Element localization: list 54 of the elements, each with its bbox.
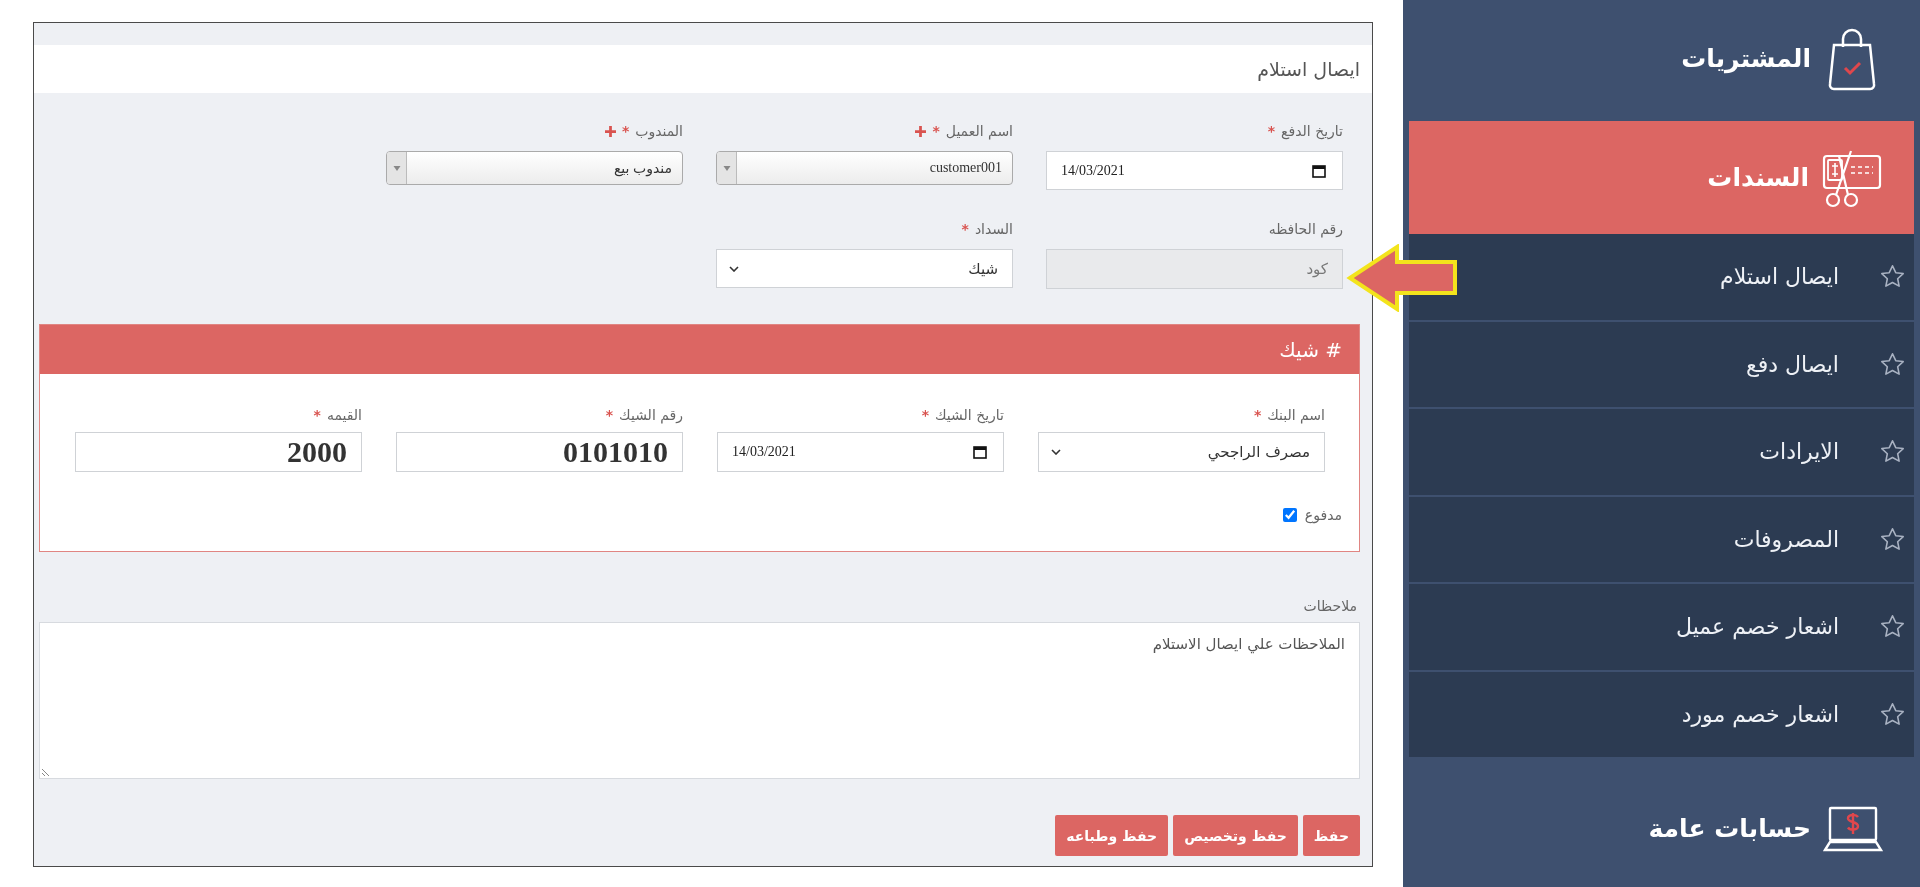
field-label: ملاحظات xyxy=(1303,597,1357,615)
calendar-icon[interactable] xyxy=(973,445,987,459)
field-label: تاريخ الدفع xyxy=(1281,122,1343,140)
shopping-bag-icon xyxy=(1827,26,1877,91)
submenu-item[interactable]: الايرادات xyxy=(1409,409,1914,497)
dropdown-field[interactable]: customer001 xyxy=(716,151,1013,185)
dropdown-field[interactable]: مندوب بيع xyxy=(386,151,683,185)
caret-icon[interactable] xyxy=(387,152,407,184)
field-label: القيمه xyxy=(326,406,362,424)
star-icon xyxy=(1879,700,1906,728)
date-field[interactable]: 14/03/2021 xyxy=(1046,151,1343,190)
calendar-icon[interactable] xyxy=(1312,163,1326,178)
field-label: السداد xyxy=(974,220,1013,238)
required-mark: * xyxy=(932,122,940,140)
notes-field[interactable]: الملاحظات علي ايصال الاستلام xyxy=(39,622,1360,779)
chevron-down-icon[interactable] xyxy=(729,265,739,272)
star-icon xyxy=(1879,525,1906,553)
required-mark: * xyxy=(921,406,929,424)
field-label: رقم الشيك xyxy=(619,406,683,424)
paid-checkbox[interactable] xyxy=(1282,508,1297,522)
required-mark: * xyxy=(961,220,969,238)
number-field[interactable]: 2000 xyxy=(75,432,362,472)
submenu-item[interactable]: اشعار خصم مورد xyxy=(1409,671,1914,759)
field-label: اسم البنك xyxy=(1267,406,1325,424)
form-title: ايصال استلام xyxy=(1257,58,1360,80)
required-mark: * xyxy=(1267,122,1276,140)
submenu-item[interactable]: ايصال دفع xyxy=(1409,321,1914,409)
field-label: رقم الحافظه xyxy=(1268,220,1343,238)
menu-item[interactable]: حسابات عامة xyxy=(1409,770,1914,887)
star-icon xyxy=(1879,350,1906,378)
required-mark: * xyxy=(313,406,321,424)
caret-icon[interactable] xyxy=(717,152,737,184)
select-field[interactable]: مصرف الراجحي xyxy=(1038,432,1325,472)
plus-icon[interactable] xyxy=(604,125,616,137)
checkbox-label: مدفوع xyxy=(1304,507,1342,523)
submenu-item[interactable]: ايصال استلام xyxy=(1409,234,1914,322)
menu-item[interactable]: المشتريات xyxy=(1409,0,1914,117)
required-mark: * xyxy=(605,406,614,424)
resize-grip-icon[interactable] xyxy=(41,767,51,777)
laptop-dollar-icon xyxy=(1823,805,1883,852)
required-mark: * xyxy=(1253,406,1262,424)
chevron-down-icon[interactable] xyxy=(1051,449,1061,455)
panel-title: # شيك xyxy=(1279,337,1342,362)
field-label: المندوب xyxy=(635,122,683,140)
field-label: اسم العميل xyxy=(945,122,1013,140)
required-mark: * xyxy=(621,122,630,140)
date-field[interactable]: 14/03/2021 xyxy=(717,432,1004,472)
plus-icon[interactable] xyxy=(915,125,927,137)
number-field[interactable]: 0101010 xyxy=(396,432,683,472)
arrow-icon xyxy=(1346,244,1458,312)
field-label: تاريخ الشيك xyxy=(935,406,1004,424)
submenu-item[interactable]: اشعار خصم عميل xyxy=(1409,584,1914,672)
select-field[interactable]: شيك xyxy=(716,249,1013,288)
submenu-item[interactable]: المصروفات xyxy=(1409,496,1914,584)
